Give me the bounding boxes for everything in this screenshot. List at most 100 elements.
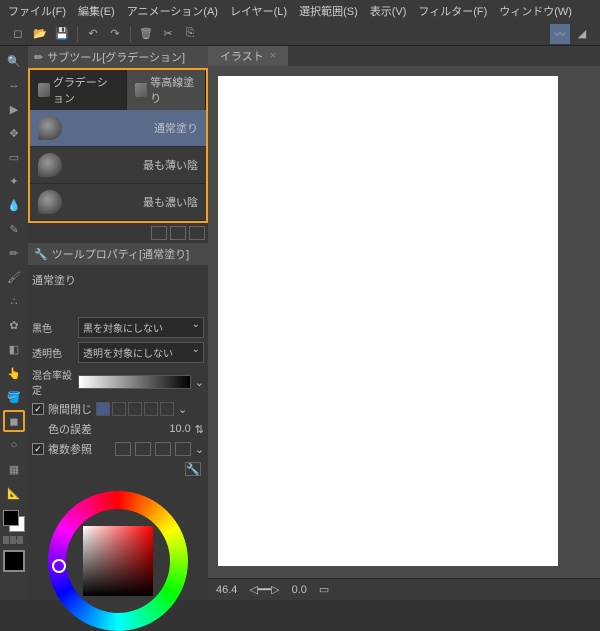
menu-select[interactable]: 選択範囲(S) [299, 3, 358, 19]
save-icon[interactable]: 💾 [52, 24, 72, 44]
move-tool-icon[interactable]: ↔ [3, 74, 25, 96]
canvas[interactable] [218, 76, 558, 566]
prop-tol: 色の誤差 [48, 421, 155, 437]
brush-icon [38, 190, 62, 214]
canvas-tab[interactable]: イラスト × [208, 46, 288, 66]
multi-checkbox[interactable] [32, 443, 44, 455]
new-subtool-icon[interactable] [170, 226, 186, 240]
close-icon[interactable]: × [270, 50, 276, 62]
blend-tool-icon[interactable]: 👆 [3, 362, 25, 384]
redo-icon[interactable]: ↷ [105, 24, 125, 44]
gap-color-5[interactable] [160, 402, 174, 416]
figure-tool-icon[interactable]: ○ [3, 434, 25, 456]
sv-box[interactable] [83, 526, 153, 596]
menu-anim[interactable]: アニメーション(A) [127, 3, 218, 19]
zoom-slider-icon[interactable]: ◁━━▷ [249, 583, 279, 596]
subtool-area: グラデーション 等高線塗り 通常塗り 最も薄い陰 最も濃い陰 [28, 68, 208, 223]
delete-subtool-icon[interactable] [189, 226, 205, 240]
fill-tool-icon[interactable]: 🪣 [3, 386, 25, 408]
new-icon[interactable]: ◻ [8, 24, 28, 44]
zoom-tool-icon[interactable]: 🔍 [3, 50, 25, 72]
delete-icon[interactable]: 🗑 [136, 24, 156, 44]
tool-name: 通常塗り [32, 269, 204, 291]
blend-gradient[interactable] [78, 375, 191, 389]
ref1-icon[interactable] [115, 442, 131, 456]
black-dropdown[interactable]: 黒を対象にしない [78, 317, 204, 338]
wrench-icon[interactable]: 🔧 [185, 462, 201, 476]
fg-color[interactable] [3, 510, 19, 526]
ref4-icon[interactable] [175, 442, 191, 456]
gradation-icon [38, 83, 50, 97]
divider [77, 26, 78, 42]
menu-layer[interactable]: レイヤー(L) [230, 3, 287, 19]
toolprop-header: 🔧ツールプロパティ[通常塗り] [28, 243, 208, 265]
gap-color-2[interactable] [112, 402, 126, 416]
gap-color-4[interactable] [144, 402, 158, 416]
menubar: ファイル(F) 編集(E) アニメーション(A) レイヤー(L) 選択範囲(S)… [0, 0, 600, 22]
deco-tool-icon[interactable]: ✿ [3, 314, 25, 336]
stepper-icon[interactable]: ⇅ [195, 423, 204, 436]
gap-color-1[interactable] [96, 402, 110, 416]
ruler-tool-icon[interactable]: 📐 [3, 482, 25, 504]
prop-gap: 隙間閉じ [48, 401, 92, 417]
mini-swatches[interactable] [3, 536, 25, 546]
subtool-dark-shadow[interactable]: 最も濃い陰 [30, 184, 206, 221]
chevron-icon[interactable]: ⌄ [178, 403, 187, 416]
chevron-icon[interactable]: ⌄ [195, 376, 204, 389]
eraser-tool-icon[interactable]: ◧ [3, 338, 25, 360]
tab-contour[interactable]: 等高線塗り [127, 70, 206, 110]
open-icon[interactable]: 📂 [30, 24, 50, 44]
pen-tool-icon[interactable]: ✎ [3, 218, 25, 240]
layer-move-tool-icon[interactable]: ✥ [3, 122, 25, 144]
menu-file[interactable]: ファイル(F) [8, 3, 66, 19]
airbrush-tool-icon[interactable]: ∴ [3, 290, 25, 312]
tab-gradation[interactable]: グラデーション [30, 70, 127, 110]
gradient-tool-icon[interactable]: ◼ [3, 410, 25, 432]
prop-black: 黒色 [32, 320, 74, 335]
chevron-icon[interactable]: ⌄ [195, 443, 204, 456]
left-panels: ✏サブツール[グラデーション] グラデーション 等高線塗り 通常塗り 最も薄い陰… [28, 46, 208, 600]
angle-value[interactable]: 0.0 [292, 584, 307, 596]
marquee-tool-icon[interactable]: ▭ [3, 146, 25, 168]
divider [130, 26, 131, 42]
pencil-tool-icon[interactable]: ✏ [3, 242, 25, 264]
ref2-icon[interactable] [135, 442, 151, 456]
undo-icon[interactable]: ↶ [83, 24, 103, 44]
ruler-icon[interactable]: ◢ [572, 24, 592, 44]
gap-checkbox[interactable] [32, 403, 44, 415]
trans-dropdown[interactable]: 透明を対象にしない [78, 342, 204, 363]
contour-icon [135, 83, 147, 97]
current-color[interactable] [3, 550, 25, 572]
color-wheel[interactable] [48, 491, 188, 631]
tol-value[interactable]: 10.0 [159, 423, 191, 435]
toolprop-title: ツールプロパティ[通常塗り] [52, 246, 189, 262]
snap-icon[interactable]: 〰 [550, 24, 570, 44]
tab-label: グラデーション [53, 74, 118, 106]
copy-icon[interactable]: ⎘ [180, 24, 200, 44]
ref3-icon[interactable] [155, 442, 171, 456]
fit-icon[interactable]: ▭ [319, 583, 329, 596]
brush-tool-icon[interactable]: 🖌 [3, 266, 25, 288]
duplicate-icon[interactable] [151, 226, 167, 240]
frame-tool-icon[interactable]: ▦ [3, 458, 25, 480]
cut-icon[interactable]: ✂ [158, 24, 178, 44]
subtool-label: 通常塗り [68, 120, 198, 136]
subtool-light-shadow[interactable]: 最も薄い陰 [30, 147, 206, 184]
canvas-area: イラスト × 46.4 ◁━━▷ 0.0 ▭ [208, 46, 600, 600]
menu-edit[interactable]: 編集(E) [78, 3, 115, 19]
zoom-value[interactable]: 46.4 [216, 584, 237, 596]
fg-bg-swatch[interactable] [3, 510, 25, 532]
menu-view[interactable]: 表示(V) [370, 3, 407, 19]
menu-filter[interactable]: フィルター(F) [418, 3, 487, 19]
hue-cursor[interactable] [52, 559, 66, 573]
prop-multi: 複数参照 [48, 441, 92, 457]
gap-color-3[interactable] [128, 402, 142, 416]
operation-tool-icon[interactable]: ▶ [3, 98, 25, 120]
brush-icon [38, 116, 62, 140]
eyedropper-tool-icon[interactable]: 💧 [3, 194, 25, 216]
wand-tool-icon[interactable]: ✦ [3, 170, 25, 192]
menu-window[interactable]: ウィンドウ(W) [499, 3, 572, 19]
subtool-title: サブツール[グラデーション] [47, 49, 185, 65]
subtool-normal[interactable]: 通常塗り [30, 110, 206, 147]
prop-blend: 混合率設定 [32, 367, 74, 397]
